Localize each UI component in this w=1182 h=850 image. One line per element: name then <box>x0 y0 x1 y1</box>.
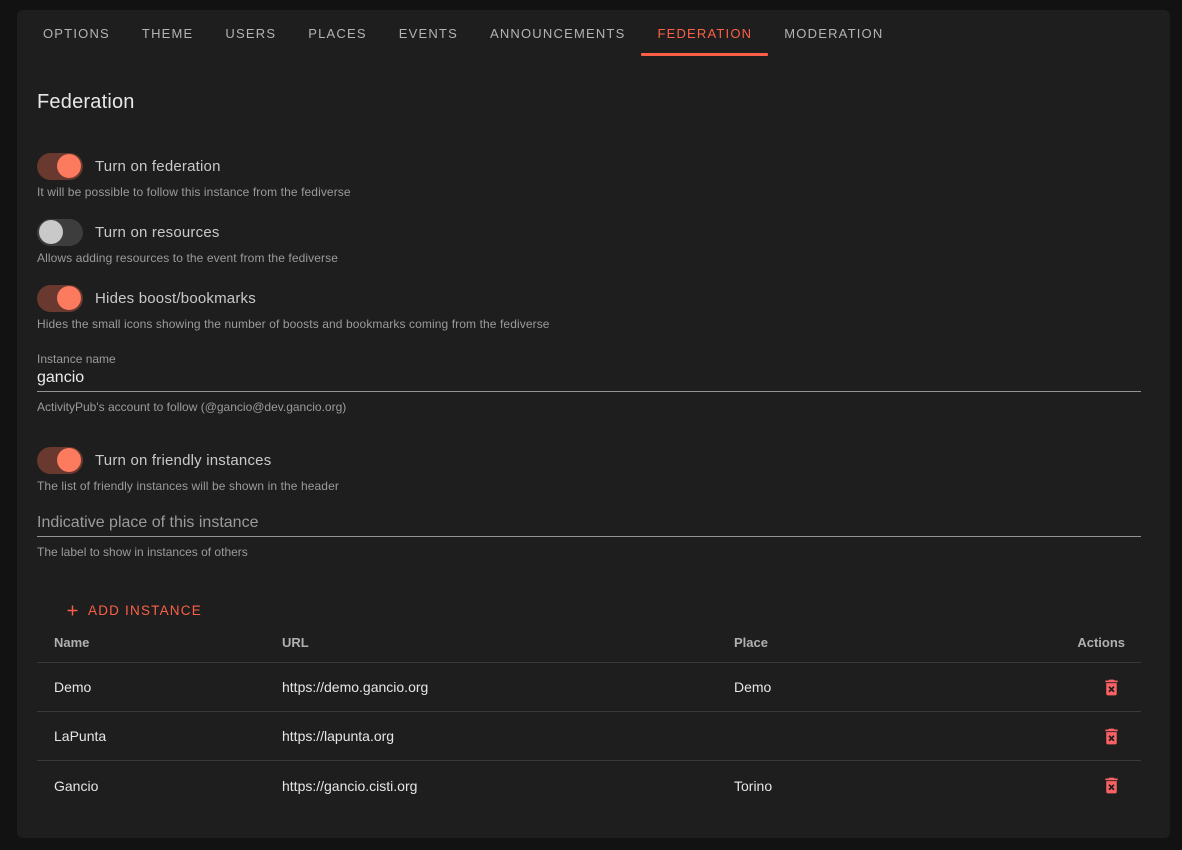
toggle-knob <box>57 286 81 310</box>
friendly-instances-toggle-row: Turn on friendly instances <box>37 446 271 474</box>
instance-name-cell: LaPunta <box>37 728 265 744</box>
instance-place-hint: The label to show in instances of others <box>37 545 1141 559</box>
resources-toggle-row: Turn on resources <box>37 218 220 246</box>
hide-boosts-toggle-row: Hides boost/bookmarks <box>37 284 256 312</box>
instance-place-cell: Torino <box>717 778 1031 794</box>
instance-place-input[interactable] <box>37 513 1141 537</box>
header-actions: Actions <box>1031 635 1141 650</box>
tab-options-label: OPTIONS <box>43 26 110 41</box>
admin-tabbar: OPTIONS THEME USERS PLACES EVENTS ANNOUN… <box>27 10 1160 56</box>
tab-announcements[interactable]: ANNOUNCEMENTS <box>474 10 642 56</box>
tab-places-label: PLACES <box>308 26 367 41</box>
page-title: Federation <box>37 91 135 114</box>
tab-events[interactable]: EVENTS <box>383 10 474 56</box>
header-name: Name <box>37 635 265 650</box>
delete-forever-icon <box>1101 677 1122 698</box>
delete-forever-icon <box>1101 775 1122 796</box>
federation-toggle-hint: It will be possible to follow this insta… <box>37 185 351 199</box>
table-header-row: Name URL Place Actions <box>37 622 1141 663</box>
tab-federation-label: FEDERATION <box>657 26 752 41</box>
delete-instance-button[interactable] <box>1099 675 1123 699</box>
table-row: LaPunta https://lapunta.org <box>37 712 1141 761</box>
instance-name-input[interactable] <box>37 368 1141 392</box>
toggle-knob <box>39 220 63 244</box>
delete-instance-button[interactable] <box>1099 774 1123 798</box>
admin-settings-card: OPTIONS THEME USERS PLACES EVENTS ANNOUN… <box>17 10 1170 838</box>
tab-federation[interactable]: FEDERATION <box>641 10 768 56</box>
hide-boosts-toggle-label: Hides boost/bookmarks <box>95 290 256 307</box>
federation-toggle-label: Turn on federation <box>95 158 221 175</box>
instance-name-cell: Gancio <box>37 778 265 794</box>
instance-name-label: Instance name <box>37 352 1141 366</box>
delete-forever-icon <box>1101 726 1122 747</box>
hide-boosts-toggle-hint: Hides the small icons showing the number… <box>37 317 550 331</box>
instance-place-cell: Demo <box>717 679 1031 695</box>
tab-moderation[interactable]: MODERATION <box>768 10 899 56</box>
toggle-knob <box>57 154 81 178</box>
tab-announcements-label: ANNOUNCEMENTS <box>490 26 626 41</box>
instances-table: Name URL Place Actions Demo https://demo… <box>37 622 1141 810</box>
tab-options[interactable]: OPTIONS <box>27 10 126 56</box>
instance-name-hint: ActivityPub's account to follow (@gancio… <box>37 400 1141 414</box>
table-row: Demo https://demo.gancio.org Demo <box>37 663 1141 712</box>
delete-instance-button[interactable] <box>1099 724 1123 748</box>
instance-name-field: Instance name ActivityPub's account to f… <box>37 352 1141 414</box>
resources-toggle-hint: Allows adding resources to the event fro… <box>37 251 338 265</box>
resources-toggle[interactable] <box>37 219 83 246</box>
tab-moderation-label: MODERATION <box>784 26 883 41</box>
add-instance-button[interactable]: ADD INSTANCE <box>64 596 202 624</box>
instance-url-cell: https://lapunta.org <box>265 728 717 744</box>
instance-place-field: The label to show in instances of others <box>37 513 1141 559</box>
tab-events-label: EVENTS <box>399 26 458 41</box>
instance-url-cell: https://gancio.cisti.org <box>265 778 717 794</box>
header-url: URL <box>265 635 717 650</box>
tab-places[interactable]: PLACES <box>292 10 383 56</box>
tab-theme[interactable]: THEME <box>126 10 210 56</box>
header-place: Place <box>717 635 1031 650</box>
table-row: Gancio https://gancio.cisti.org Torino <box>37 761 1141 810</box>
friendly-instances-toggle[interactable] <box>37 447 83 474</box>
add-instance-button-label: ADD INSTANCE <box>88 603 202 618</box>
friendly-instances-toggle-label: Turn on friendly instances <box>95 452 271 469</box>
instance-name-cell: Demo <box>37 679 265 695</box>
friendly-instances-toggle-hint: The list of friendly instances will be s… <box>37 479 339 493</box>
federation-toggle-row: Turn on federation <box>37 152 221 180</box>
federation-toggle[interactable] <box>37 153 83 180</box>
hide-boosts-toggle[interactable] <box>37 285 83 312</box>
tab-users[interactable]: USERS <box>209 10 292 56</box>
plus-icon <box>64 602 81 619</box>
tab-users-label: USERS <box>225 26 276 41</box>
resources-toggle-label: Turn on resources <box>95 224 220 241</box>
toggle-knob <box>57 448 81 472</box>
tab-theme-label: THEME <box>142 26 194 41</box>
instance-url-cell: https://demo.gancio.org <box>265 679 717 695</box>
